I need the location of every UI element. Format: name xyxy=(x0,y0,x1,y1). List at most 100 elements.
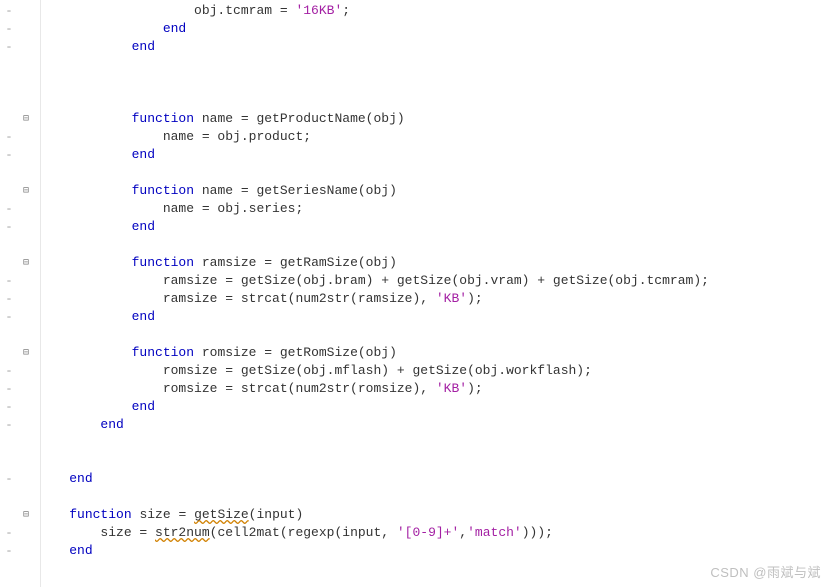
fold-spacer xyxy=(18,371,34,372)
code-text[interactable]: end xyxy=(34,308,155,326)
code-text[interactable]: end xyxy=(34,416,124,434)
fold-spacer xyxy=(18,443,34,444)
ident-token: size = xyxy=(132,507,194,522)
code-line[interactable]: - ramsize = getSize(obj.bram) + getSize(… xyxy=(0,272,831,290)
code-line[interactable] xyxy=(0,452,831,470)
code-text[interactable]: function name = getProductName(obj) xyxy=(34,110,405,128)
code-line[interactable]: - size = str2num(cell2mat(regexp(input, … xyxy=(0,524,831,542)
code-line[interactable]: - ramsize = strcat(num2str(ramsize), 'KB… xyxy=(0,290,831,308)
code-text[interactable]: name = obj.series; xyxy=(34,200,303,218)
code-line[interactable]: - end xyxy=(0,218,831,236)
code-line[interactable]: ⊟ function name = getSeriesName(obj) xyxy=(0,182,831,200)
ident-token: ramsize = getRamSize(obj) xyxy=(194,255,397,270)
code-text[interactable]: romsize = strcat(num2str(romsize), 'KB')… xyxy=(34,380,483,398)
fold-collapse-icon[interactable]: ⊟ xyxy=(18,254,34,273)
fold-spacer xyxy=(18,317,34,318)
code-line[interactable]: - end xyxy=(0,398,831,416)
code-line[interactable]: - end xyxy=(0,470,831,488)
ident-token: (cell2mat(regexp(input, xyxy=(210,525,397,540)
string-token: 'KB' xyxy=(436,291,467,306)
gutter-marker: - xyxy=(0,272,18,290)
code-text[interactable]: end xyxy=(34,146,155,164)
ident-token: ramsize = strcat(num2str(ramsize), xyxy=(163,291,436,306)
code-line[interactable]: - name = obj.product; xyxy=(0,128,831,146)
code-text[interactable]: end xyxy=(34,398,155,416)
code-text[interactable]: end xyxy=(34,20,186,38)
code-line[interactable]: ⊟ function name = getProductName(obj) xyxy=(0,110,831,128)
gutter-marker: - xyxy=(0,20,18,38)
code-line[interactable]: - end xyxy=(0,20,831,38)
ident-token: name = obj.series; xyxy=(163,201,303,216)
code-line[interactable]: - end xyxy=(0,146,831,164)
code-line[interactable]: ⊟ function ramsize = getRamSize(obj) xyxy=(0,254,831,272)
code-editor[interactable]: - obj.tcmram = '16KB';- end- end⊟ functi… xyxy=(0,0,831,560)
string-token: '[0-9]+' xyxy=(397,525,459,540)
code-line[interactable] xyxy=(0,434,831,452)
string-token: 'KB' xyxy=(436,381,467,396)
fold-spacer xyxy=(18,29,34,30)
string-token: 'match' xyxy=(467,525,522,540)
gutter-marker: - xyxy=(0,146,18,164)
gutter-marker: - xyxy=(0,416,18,434)
fold-spacer xyxy=(18,281,34,282)
fold-spacer xyxy=(18,479,34,480)
ident-token: obj.tcmram = xyxy=(194,3,295,18)
ident-token: romsize = strcat(num2str(romsize), xyxy=(163,381,436,396)
code-line[interactable] xyxy=(0,236,831,254)
code-line[interactable]: - end xyxy=(0,308,831,326)
code-text[interactable]: function size = getSize(input) xyxy=(34,506,303,524)
code-line[interactable] xyxy=(0,326,831,344)
code-line[interactable]: - end xyxy=(0,416,831,434)
gutter-marker: - xyxy=(0,398,18,416)
code-line[interactable] xyxy=(0,164,831,182)
code-text[interactable]: name = obj.product; xyxy=(34,128,311,146)
code-line[interactable]: ⊟ function size = getSize(input) xyxy=(0,506,831,524)
gutter-marker: - xyxy=(0,470,18,488)
ident-token: ); xyxy=(467,381,483,396)
code-line[interactable]: ⊟ function romsize = getRomSize(obj) xyxy=(0,344,831,362)
code-text[interactable]: end xyxy=(34,38,155,56)
code-text[interactable]: end xyxy=(34,218,155,236)
code-line[interactable] xyxy=(0,92,831,110)
code-line[interactable] xyxy=(0,488,831,506)
gutter-marker: - xyxy=(0,2,18,20)
code-text[interactable]: ramsize = getSize(obj.bram) + getSize(ob… xyxy=(34,272,709,290)
code-line[interactable]: - end xyxy=(0,38,831,56)
keyword-token: end xyxy=(132,309,155,324)
keyword-token: end xyxy=(132,399,155,414)
fold-collapse-icon[interactable]: ⊟ xyxy=(18,506,34,525)
code-text[interactable]: size = str2num(cell2mat(regexp(input, '[… xyxy=(34,524,553,542)
keyword-token: function xyxy=(132,183,194,198)
fold-spacer xyxy=(18,83,34,84)
ident-token: getSize xyxy=(194,507,249,522)
code-text[interactable]: ramsize = strcat(num2str(ramsize), 'KB')… xyxy=(34,290,483,308)
code-line[interactable] xyxy=(0,74,831,92)
keyword-token: end xyxy=(132,39,155,54)
fold-vline xyxy=(40,0,41,587)
ident-token: ramsize = getSize(obj.bram) + getSize(ob… xyxy=(163,273,709,288)
code-line[interactable]: - end xyxy=(0,542,831,560)
ident-token: str2num xyxy=(155,525,210,540)
fold-spacer xyxy=(18,209,34,210)
fold-collapse-icon[interactable]: ⊟ xyxy=(18,110,34,129)
code-text[interactable]: end xyxy=(34,470,93,488)
code-text[interactable]: function ramsize = getRamSize(obj) xyxy=(34,254,397,272)
fold-spacer xyxy=(18,335,34,336)
code-text[interactable]: function name = getSeriesName(obj) xyxy=(34,182,397,200)
code-line[interactable]: - romsize = getSize(obj.mflash) + getSiz… xyxy=(0,362,831,380)
keyword-token: end xyxy=(69,471,92,486)
fold-collapse-icon[interactable]: ⊟ xyxy=(18,182,34,201)
code-line[interactable]: - name = obj.series; xyxy=(0,200,831,218)
code-text[interactable]: obj.tcmram = '16KB'; xyxy=(34,2,350,20)
code-text[interactable]: end xyxy=(34,542,93,560)
code-line[interactable]: - romsize = strcat(num2str(romsize), 'KB… xyxy=(0,380,831,398)
code-text[interactable]: function romsize = getRomSize(obj) xyxy=(34,344,397,362)
code-text[interactable]: romsize = getSize(obj.mflash) + getSize(… xyxy=(34,362,592,380)
fold-collapse-icon[interactable]: ⊟ xyxy=(18,344,34,363)
ident-token: ); xyxy=(467,291,483,306)
fold-spacer xyxy=(18,407,34,408)
code-line[interactable]: - obj.tcmram = '16KB'; xyxy=(0,2,831,20)
fold-spacer xyxy=(18,497,34,498)
code-line[interactable] xyxy=(0,56,831,74)
keyword-token: end xyxy=(100,417,123,432)
